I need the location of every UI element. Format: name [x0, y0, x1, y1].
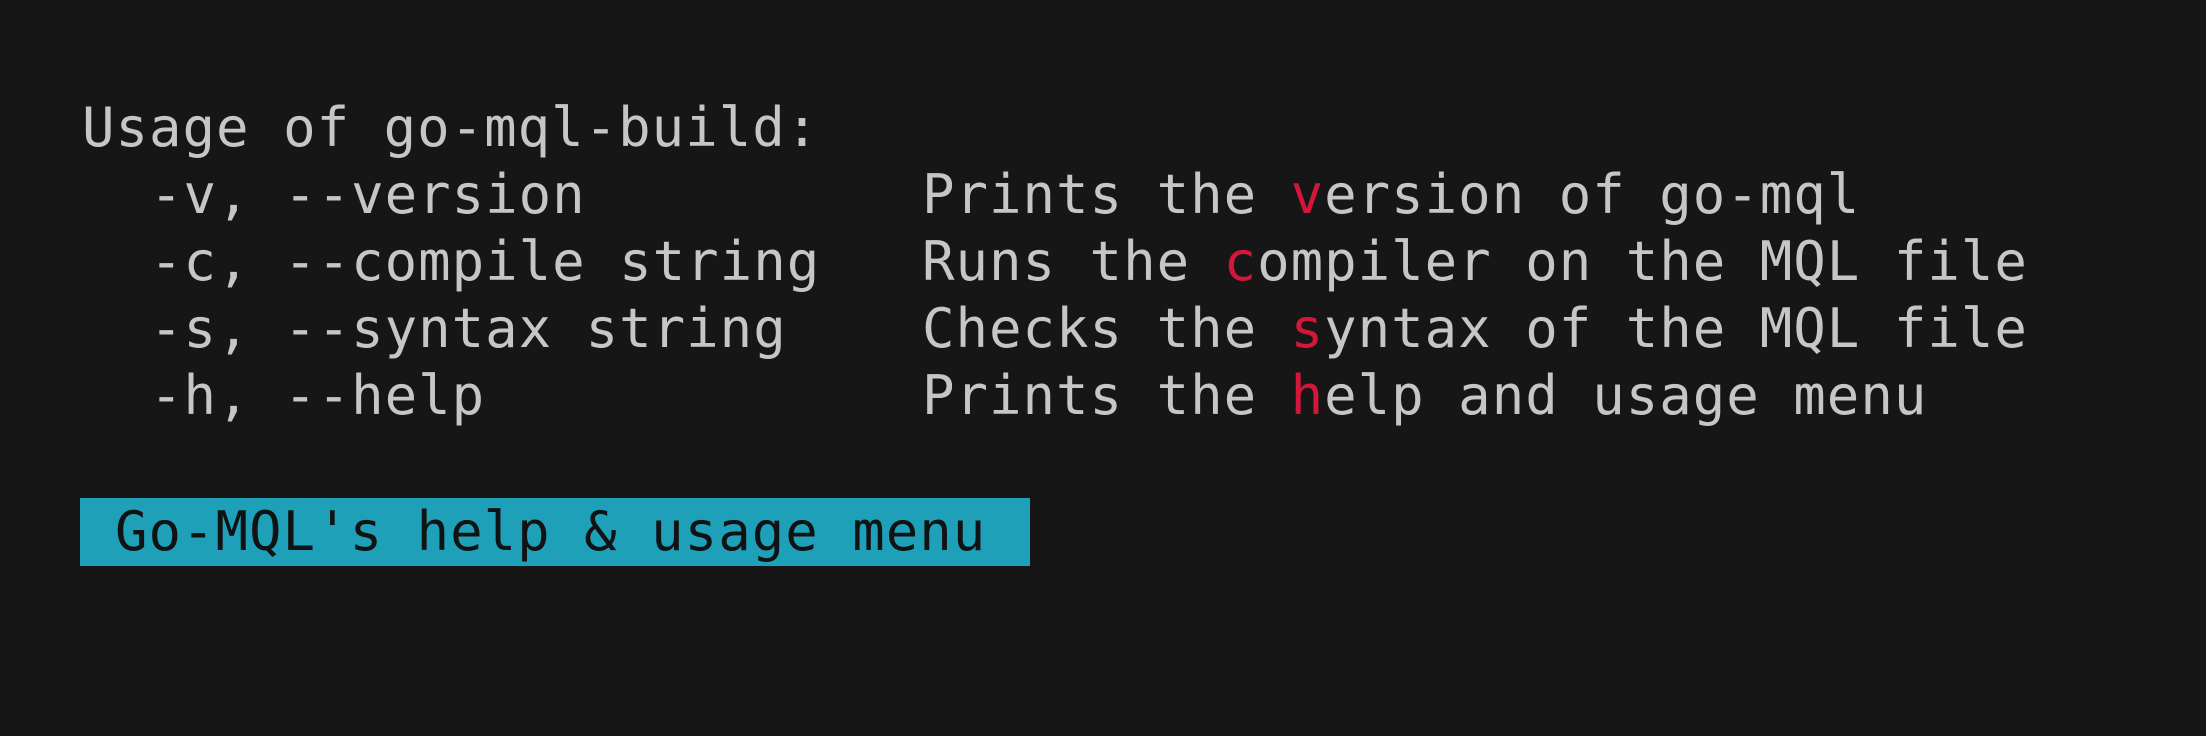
option-row-help: -h, --help Prints the help and usage men…: [82, 362, 1926, 429]
option-description-highlight: c: [1223, 230, 1258, 293]
option-flag-compile: -c, --compile string: [150, 230, 821, 293]
help-menu-banner: Go-MQL's help & usage menu: [80, 498, 1030, 566]
option-flag-version: -v, --version: [150, 163, 586, 226]
option-description-version: Prints the version of go-mql: [922, 161, 1860, 228]
option-flag-help: -h, --help: [150, 364, 486, 427]
option-flag-syntax: -s, --syntax string: [150, 297, 787, 360]
option-row-syntax: -s, --syntax string Checks the syntax of…: [82, 295, 2027, 362]
option-row-compile: -c, --compile string Runs the compiler o…: [82, 228, 2027, 295]
usage-title: Usage of go-mql-build:: [82, 96, 820, 159]
option-description-compile: Runs the compiler on the MQL file: [922, 228, 2028, 295]
terminal-window: Usage of go-mql-build: -v, --version Pri…: [0, 0, 2206, 736]
option-description-suffix: yntax of the MQL file: [1324, 297, 2028, 360]
option-description-highlight: h: [1290, 364, 1325, 427]
option-description-suffix: ersion of go-mql: [1324, 163, 1861, 226]
option-description-highlight: s: [1290, 297, 1325, 360]
option-description-prefix: Prints the: [922, 163, 1291, 226]
option-description-prefix: Checks the: [922, 297, 1291, 360]
option-description-suffix: elp and usage menu: [1324, 364, 1928, 427]
option-description-syntax: Checks the syntax of the MQL file: [922, 295, 2028, 362]
option-description-prefix: Prints the: [922, 364, 1291, 427]
option-description-highlight: v: [1290, 163, 1325, 226]
option-description-suffix: ompiler on the MQL file: [1257, 230, 2028, 293]
option-description-prefix: Runs the: [922, 230, 1224, 293]
option-description-help: Prints the help and usage menu: [922, 362, 1927, 429]
option-row-version: -v, --version Prints the version of go-m…: [82, 161, 1859, 228]
